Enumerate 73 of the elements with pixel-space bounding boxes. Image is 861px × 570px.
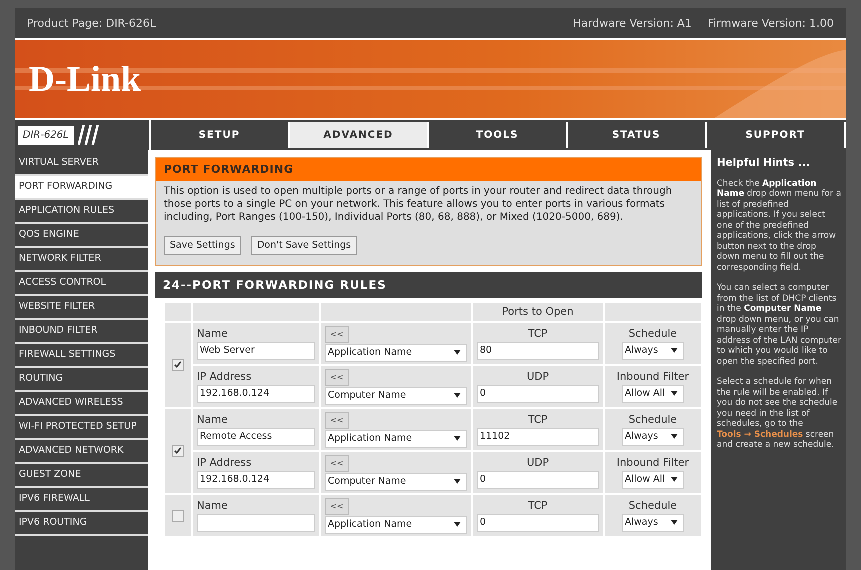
slashes-icon: [78, 125, 100, 145]
field-label: UDP: [526, 370, 550, 384]
rule-checkbox[interactable]: [172, 445, 184, 457]
dropdown-arrow-icon: [671, 348, 678, 353]
field-label: IP Address: [197, 370, 253, 384]
schedules-link[interactable]: Tools → Schedules: [717, 430, 804, 440]
copy-arrow-button[interactable]: <<: [325, 412, 349, 428]
save-button[interactable]: Save Settings: [164, 236, 242, 255]
product-page-text: Product Page: DIR-626L: [27, 16, 156, 30]
field-label: UDP: [526, 456, 550, 470]
field-label: Name: [197, 414, 229, 426]
sidebar-item[interactable]: PORT FORWARDING: [15, 176, 148, 200]
field-label: IP Address: [197, 456, 253, 470]
schedule-select[interactable]: Always: [622, 428, 684, 446]
rule-checkbox[interactable]: [172, 510, 184, 522]
field-label: TCP: [527, 500, 549, 512]
copy-arrow-button[interactable]: <<: [325, 454, 349, 472]
application-name-select[interactable]: Application Name: [325, 430, 467, 448]
nav-tab[interactable]: ADVANCED: [290, 122, 429, 148]
field-label: Name: [197, 500, 229, 512]
ip-address-input[interactable]: 192.168.0.124: [197, 470, 315, 488]
hint-text: Check the Application Name drop down menu for a list of predefined applications. If you select one of the predefined applications, click the arrow button next to the drop down menu to fill out the corresponding field.: [717, 178, 842, 273]
dropdown-arrow-icon: [671, 434, 678, 439]
copy-arrow-button[interactable]: <<: [325, 326, 349, 342]
application-name-select[interactable]: Application Name: [325, 344, 467, 362]
field-label: Schedule: [628, 500, 678, 512]
d-link-logo: D-Link: [29, 58, 142, 100]
field-label: TCP: [527, 328, 549, 340]
tcp-port-input[interactable]: 11102: [477, 428, 599, 446]
hint-text: Select a schedule for when the rule will be enabled. If you do not see the schedule you need in the list of schedules, go to the Tools → Schedules screen and create a new schedule.: [717, 377, 839, 450]
name-input[interactable]: Remote Access: [197, 428, 315, 446]
description-text: This option is used to open multiple ports or a range of ports in your router and redirect data through those ports to a single PC on your network. This feature allows you to enter ports in various formats including, Port Ranges (100-150), Individual Ports (80, 68, 888), or Mixed (1020-5000, 689).: [164, 185, 674, 224]
firmware-version-text: Firmware Version: 1.00: [708, 16, 834, 30]
name-input[interactable]: [197, 514, 315, 532]
field-label: Inbound Filter: [616, 370, 690, 384]
name-input[interactable]: Web Server: [197, 342, 315, 360]
dropdown-arrow-icon: [671, 520, 678, 525]
column-header: Ports to Open: [473, 303, 603, 321]
dropdown-arrow-icon: [454, 479, 461, 484]
application-name-select[interactable]: Application Name: [325, 516, 467, 534]
inbound-filter-select[interactable]: Allow All: [622, 384, 684, 402]
model-label: DIR-626L: [18, 126, 74, 144]
dropdown-arrow-icon: [454, 393, 461, 398]
inbound-filter-select[interactable]: Allow All: [622, 470, 684, 488]
ip-address-input[interactable]: 192.168.0.124: [197, 384, 315, 402]
field-label: Name: [197, 328, 229, 340]
field-label: Schedule: [628, 328, 678, 340]
table-header-cell: [165, 303, 191, 321]
dropdown-arrow-icon: [454, 522, 461, 527]
tcp-port-input[interactable]: 80: [477, 342, 599, 360]
field-label: TCP: [527, 414, 549, 426]
hardware-version-text: Hardware Version: A1: [573, 16, 692, 30]
computer-name-select[interactable]: Computer Name: [325, 472, 467, 490]
dropdown-arrow-icon: [671, 477, 678, 482]
hint-text: You can select a computer from the list of DHCP clients in the Computer Name drop down menu, or you can manually enter the IP address of the LAN computer to which you would like to open the specified port.: [717, 283, 842, 367]
hints-title: Helpful Hints ...: [717, 158, 812, 168]
section-title: PORT FORWARDING: [156, 158, 701, 181]
rule-checkbox[interactable]: [172, 359, 184, 371]
copy-arrow-button[interactable]: <<: [325, 368, 349, 386]
tcp-port-input[interactable]: 0: [477, 514, 599, 532]
udp-port-input[interactable]: 0: [477, 384, 599, 402]
dont-save-button[interactable]: Don't Save Settings: [251, 236, 358, 255]
dropdown-arrow-icon: [671, 391, 678, 396]
schedule-select[interactable]: Always: [622, 342, 684, 360]
computer-name-select[interactable]: Computer Name: [325, 386, 467, 404]
dropdown-arrow-icon: [454, 350, 461, 355]
field-label: Schedule: [628, 414, 678, 426]
section-title: 24--PORT FORWARDING RULES: [155, 272, 702, 298]
schedule-select[interactable]: Always: [622, 514, 684, 532]
dropdown-arrow-icon: [454, 436, 461, 441]
copy-arrow-button[interactable]: <<: [325, 498, 349, 514]
field-label: Inbound Filter: [616, 456, 690, 470]
udp-port-input[interactable]: 0: [477, 470, 599, 488]
